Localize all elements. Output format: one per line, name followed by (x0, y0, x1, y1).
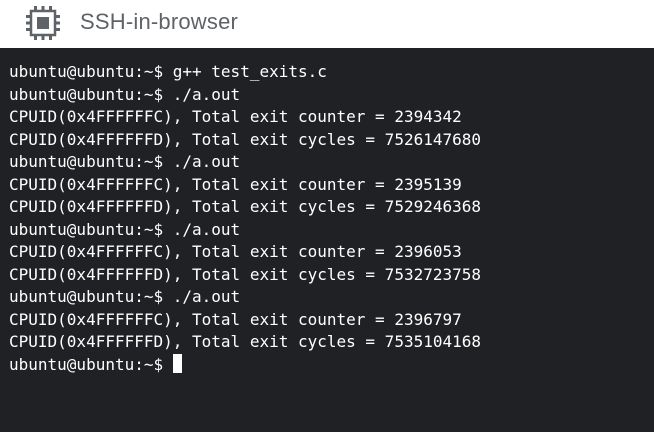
terminal-line: CPUID(0x4FFFFFFD), Total exit cycles = 7… (9, 332, 482, 351)
terminal-line: CPUID(0x4FFFFFFD), Total exit cycles = 7… (9, 197, 482, 216)
terminal-line: ubuntu@ubuntu:~$ ./a.out (9, 219, 241, 239)
terminal-line: ubuntu@ubuntu:~$ ./a.out (9, 84, 241, 104)
terminal-line: CPUID(0x4FFFFFFC), Total exit counter = … (9, 174, 462, 194)
terminal-cursor (172, 353, 182, 373)
terminal-line: CPUID(0x4FFFFFFC), Total exit counter = … (9, 242, 462, 261)
app-title: SSH-in-browser (80, 9, 239, 34)
terminal-screen[interactable]: ubuntu@ubuntu:~$ g++ test_exits.c ubuntu@… (0, 48, 654, 432)
terminal-line: ubuntu@ubuntu:~$ g++ test_exits.c (9, 62, 327, 81)
terminal-output: ubuntu@ubuntu:~$ g++ test_exits.c ubuntu@… (9, 61, 654, 354)
terminal-line: ubuntu@ubuntu:~$ ./a.out (9, 152, 241, 171)
terminal-line: CPUID(0x4FFFFFFD), Total exit cycles = 7… (9, 129, 482, 149)
title-bar: SSH-in-browser (0, 0, 654, 48)
terminal-line: CPUID(0x4FFFFFFC), Total exit counter = … (9, 107, 462, 126)
terminal-prompt-line[interactable]: ubuntu@ubuntu:~$ (9, 353, 654, 377)
terminal-line: CPUID(0x4FFFFFFD), Total exit cycles = 7… (9, 264, 482, 284)
ssh-browser-window: SSH-in-browser ubuntu@ubuntu:~$ g++ test… (0, 0, 654, 432)
terminal-line: ubuntu@ubuntu:~$ ./a.out (9, 287, 241, 306)
terminal-prompt: ubuntu@ubuntu:~$ (9, 354, 173, 374)
chip-icon (22, 4, 64, 42)
terminal-line: CPUID(0x4FFFFFFC), Total exit counter = … (9, 309, 462, 329)
